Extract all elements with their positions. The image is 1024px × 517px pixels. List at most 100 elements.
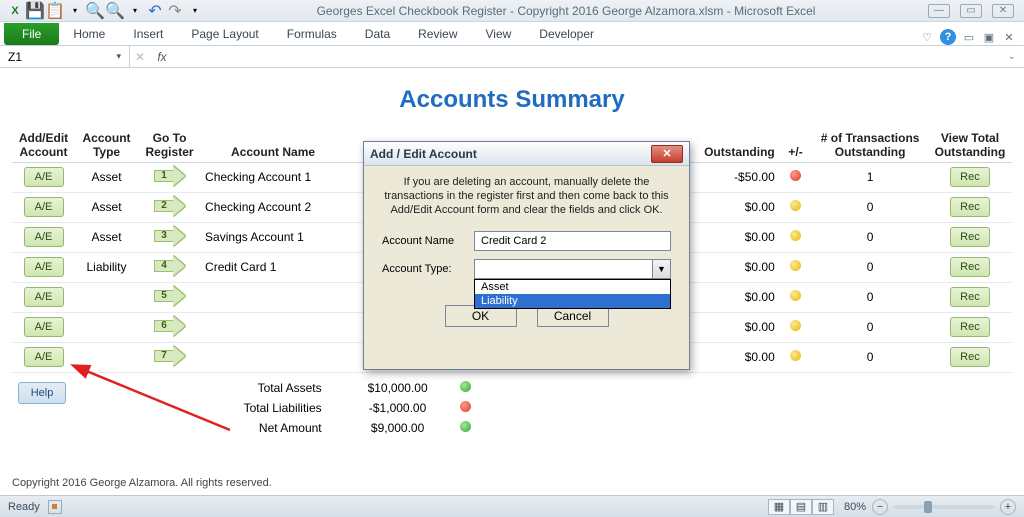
tab-home[interactable]: Home	[59, 23, 119, 45]
cell-num-trans: 0	[812, 342, 928, 372]
cell-outstanding: $0.00	[684, 252, 779, 282]
close-button[interactable]: ✕	[992, 4, 1014, 18]
cell-account-name: Savings Account 1	[201, 222, 369, 252]
rec-button[interactable]: Rec	[950, 317, 990, 337]
help-button[interactable]: Help	[18, 382, 66, 404]
page-layout-view-button[interactable]: ▤	[790, 499, 812, 515]
rec-button[interactable]: Rec	[950, 227, 990, 247]
status-dot-icon	[790, 320, 801, 331]
account-name-input[interactable]: Credit Card 2	[474, 231, 671, 251]
add-edit-account-dialog: Add / Edit Account ✕ If you are deleting…	[363, 141, 690, 370]
add-edit-button[interactable]: A/E	[24, 167, 64, 187]
cell-outstanding: $0.00	[684, 282, 779, 312]
rec-button[interactable]: Rec	[950, 257, 990, 277]
tab-data[interactable]: Data	[351, 23, 404, 45]
goto-register-button[interactable]: 5	[154, 287, 186, 305]
window-controls: — ▭ ✕	[928, 4, 1018, 18]
add-edit-button[interactable]: A/E	[24, 197, 64, 217]
account-type-label: Account Type:	[382, 263, 462, 275]
dialog-close-button[interactable]: ✕	[651, 145, 683, 163]
file-tab[interactable]: File	[4, 23, 59, 45]
goto-register-button[interactable]: 6	[154, 317, 186, 335]
rec-button[interactable]: Rec	[950, 287, 990, 307]
total-value: $10,000.00	[342, 379, 454, 397]
combo-arrow-icon[interactable]: ▼	[652, 260, 670, 278]
combo-option-liability[interactable]: Liability	[475, 294, 670, 308]
cell-num-trans: 0	[812, 312, 928, 342]
ribbon-restore-icon[interactable]: ▣	[982, 30, 996, 44]
cell-num-trans: 0	[812, 282, 928, 312]
cell-outstanding: $0.00	[684, 342, 779, 372]
cell-account-name	[201, 282, 369, 312]
add-edit-button[interactable]: A/E	[24, 227, 64, 247]
ribbon-close-icon[interactable]: ✕	[1002, 30, 1016, 44]
tab-view[interactable]: View	[472, 23, 526, 45]
add-edit-button[interactable]: A/E	[24, 317, 64, 337]
goto-register-button[interactable]: 2	[154, 197, 186, 215]
rec-button[interactable]: Rec	[950, 347, 990, 367]
rec-button[interactable]: Rec	[950, 197, 990, 217]
save-icon[interactable]: 💾	[26, 2, 44, 20]
zoom-slider[interactable]	[894, 505, 994, 509]
add-edit-button[interactable]: A/E	[24, 257, 64, 277]
tab-insert[interactable]: Insert	[119, 23, 177, 45]
zoom-level[interactable]: 80%	[844, 501, 866, 513]
dialog-titlebar[interactable]: Add / Edit Account ✕	[364, 142, 689, 166]
undo-icon[interactable]: ↶	[146, 2, 164, 20]
status-ready: Ready	[8, 501, 40, 513]
tab-formulas[interactable]: Formulas	[273, 23, 351, 45]
zoom-out-button[interactable]: −	[872, 499, 888, 515]
find-replace-icon[interactable]: 🔍	[106, 2, 124, 20]
help-icon[interactable]: ?	[940, 29, 956, 45]
col-add-edit: Add/Edit Account	[12, 130, 75, 162]
status-dot-icon	[790, 200, 801, 211]
window-title: Georges Excel Checkbook Register - Copyr…	[204, 4, 928, 18]
status-dot-icon	[460, 401, 471, 412]
ribbon-heart-icon[interactable]: ♡	[920, 30, 934, 44]
paste-icon[interactable]: 📋	[46, 2, 64, 20]
cell-num-trans: 1	[812, 162, 928, 192]
cell-num-trans: 0	[812, 252, 928, 282]
normal-view-button[interactable]: ▦	[768, 499, 790, 515]
account-type-combo[interactable]: ▼ Asset Liability	[474, 259, 671, 279]
goto-register-button[interactable]: 4	[154, 257, 186, 275]
ribbon-minimize-icon[interactable]: ▭	[962, 30, 976, 44]
tab-page-layout[interactable]: Page Layout	[177, 23, 272, 45]
quick-access-toolbar: X 💾 📋 ▾ 🔍 🔍 ▾ ↶ ↷ ▾	[6, 2, 204, 20]
cell-outstanding: $0.00	[684, 222, 779, 252]
qat-dropdown-icon[interactable]: ▾	[66, 2, 84, 20]
combo-option-asset[interactable]: Asset	[475, 280, 670, 294]
maximize-button[interactable]: ▭	[960, 4, 982, 18]
qat-more-icon[interactable]: ▾	[186, 2, 204, 20]
page-break-view-button[interactable]: ▥	[812, 499, 834, 515]
minimize-button[interactable]: —	[928, 4, 950, 18]
account-name-label: Account Name	[382, 235, 462, 247]
find-icon[interactable]: 🔍	[86, 2, 104, 20]
totals-row: Total Liabilities-$1,000.00	[14, 399, 480, 417]
add-edit-button[interactable]: A/E	[24, 287, 64, 307]
goto-register-button[interactable]: 7	[154, 347, 186, 365]
redo-icon[interactable]: ↷	[166, 2, 184, 20]
tab-review[interactable]: Review	[404, 23, 471, 45]
cell-num-trans: 0	[812, 192, 928, 222]
col-view-total: View Total Outstanding	[928, 130, 1012, 162]
dialog-message: If you are deleting an account, manually…	[364, 166, 689, 223]
status-dot-icon	[790, 170, 801, 181]
qat-dropdown-icon[interactable]: ▾	[126, 2, 144, 20]
fx-icon[interactable]: fx	[150, 50, 174, 64]
cancel-formula-icon[interactable]: ✕	[130, 50, 150, 64]
add-edit-button[interactable]: A/E	[24, 347, 64, 367]
col-plusminus: +/-	[779, 130, 813, 162]
view-buttons: ▦ ▤ ▥	[768, 499, 834, 515]
zoom-in-button[interactable]: +	[1000, 499, 1016, 515]
col-account-type: Account Type	[75, 130, 138, 162]
name-box-dropdown-icon[interactable]: ▾	[116, 51, 121, 62]
rec-button[interactable]: Rec	[950, 167, 990, 187]
tab-developer[interactable]: Developer	[525, 23, 608, 45]
cell-outstanding: -$50.00	[684, 162, 779, 192]
goto-register-button[interactable]: 3	[154, 227, 186, 245]
formula-expand-icon[interactable]: ⌄	[1008, 51, 1024, 62]
name-box[interactable]: Z1 ▾	[0, 46, 130, 67]
macro-record-icon[interactable]	[48, 500, 62, 514]
goto-register-button[interactable]: 1	[154, 167, 186, 185]
